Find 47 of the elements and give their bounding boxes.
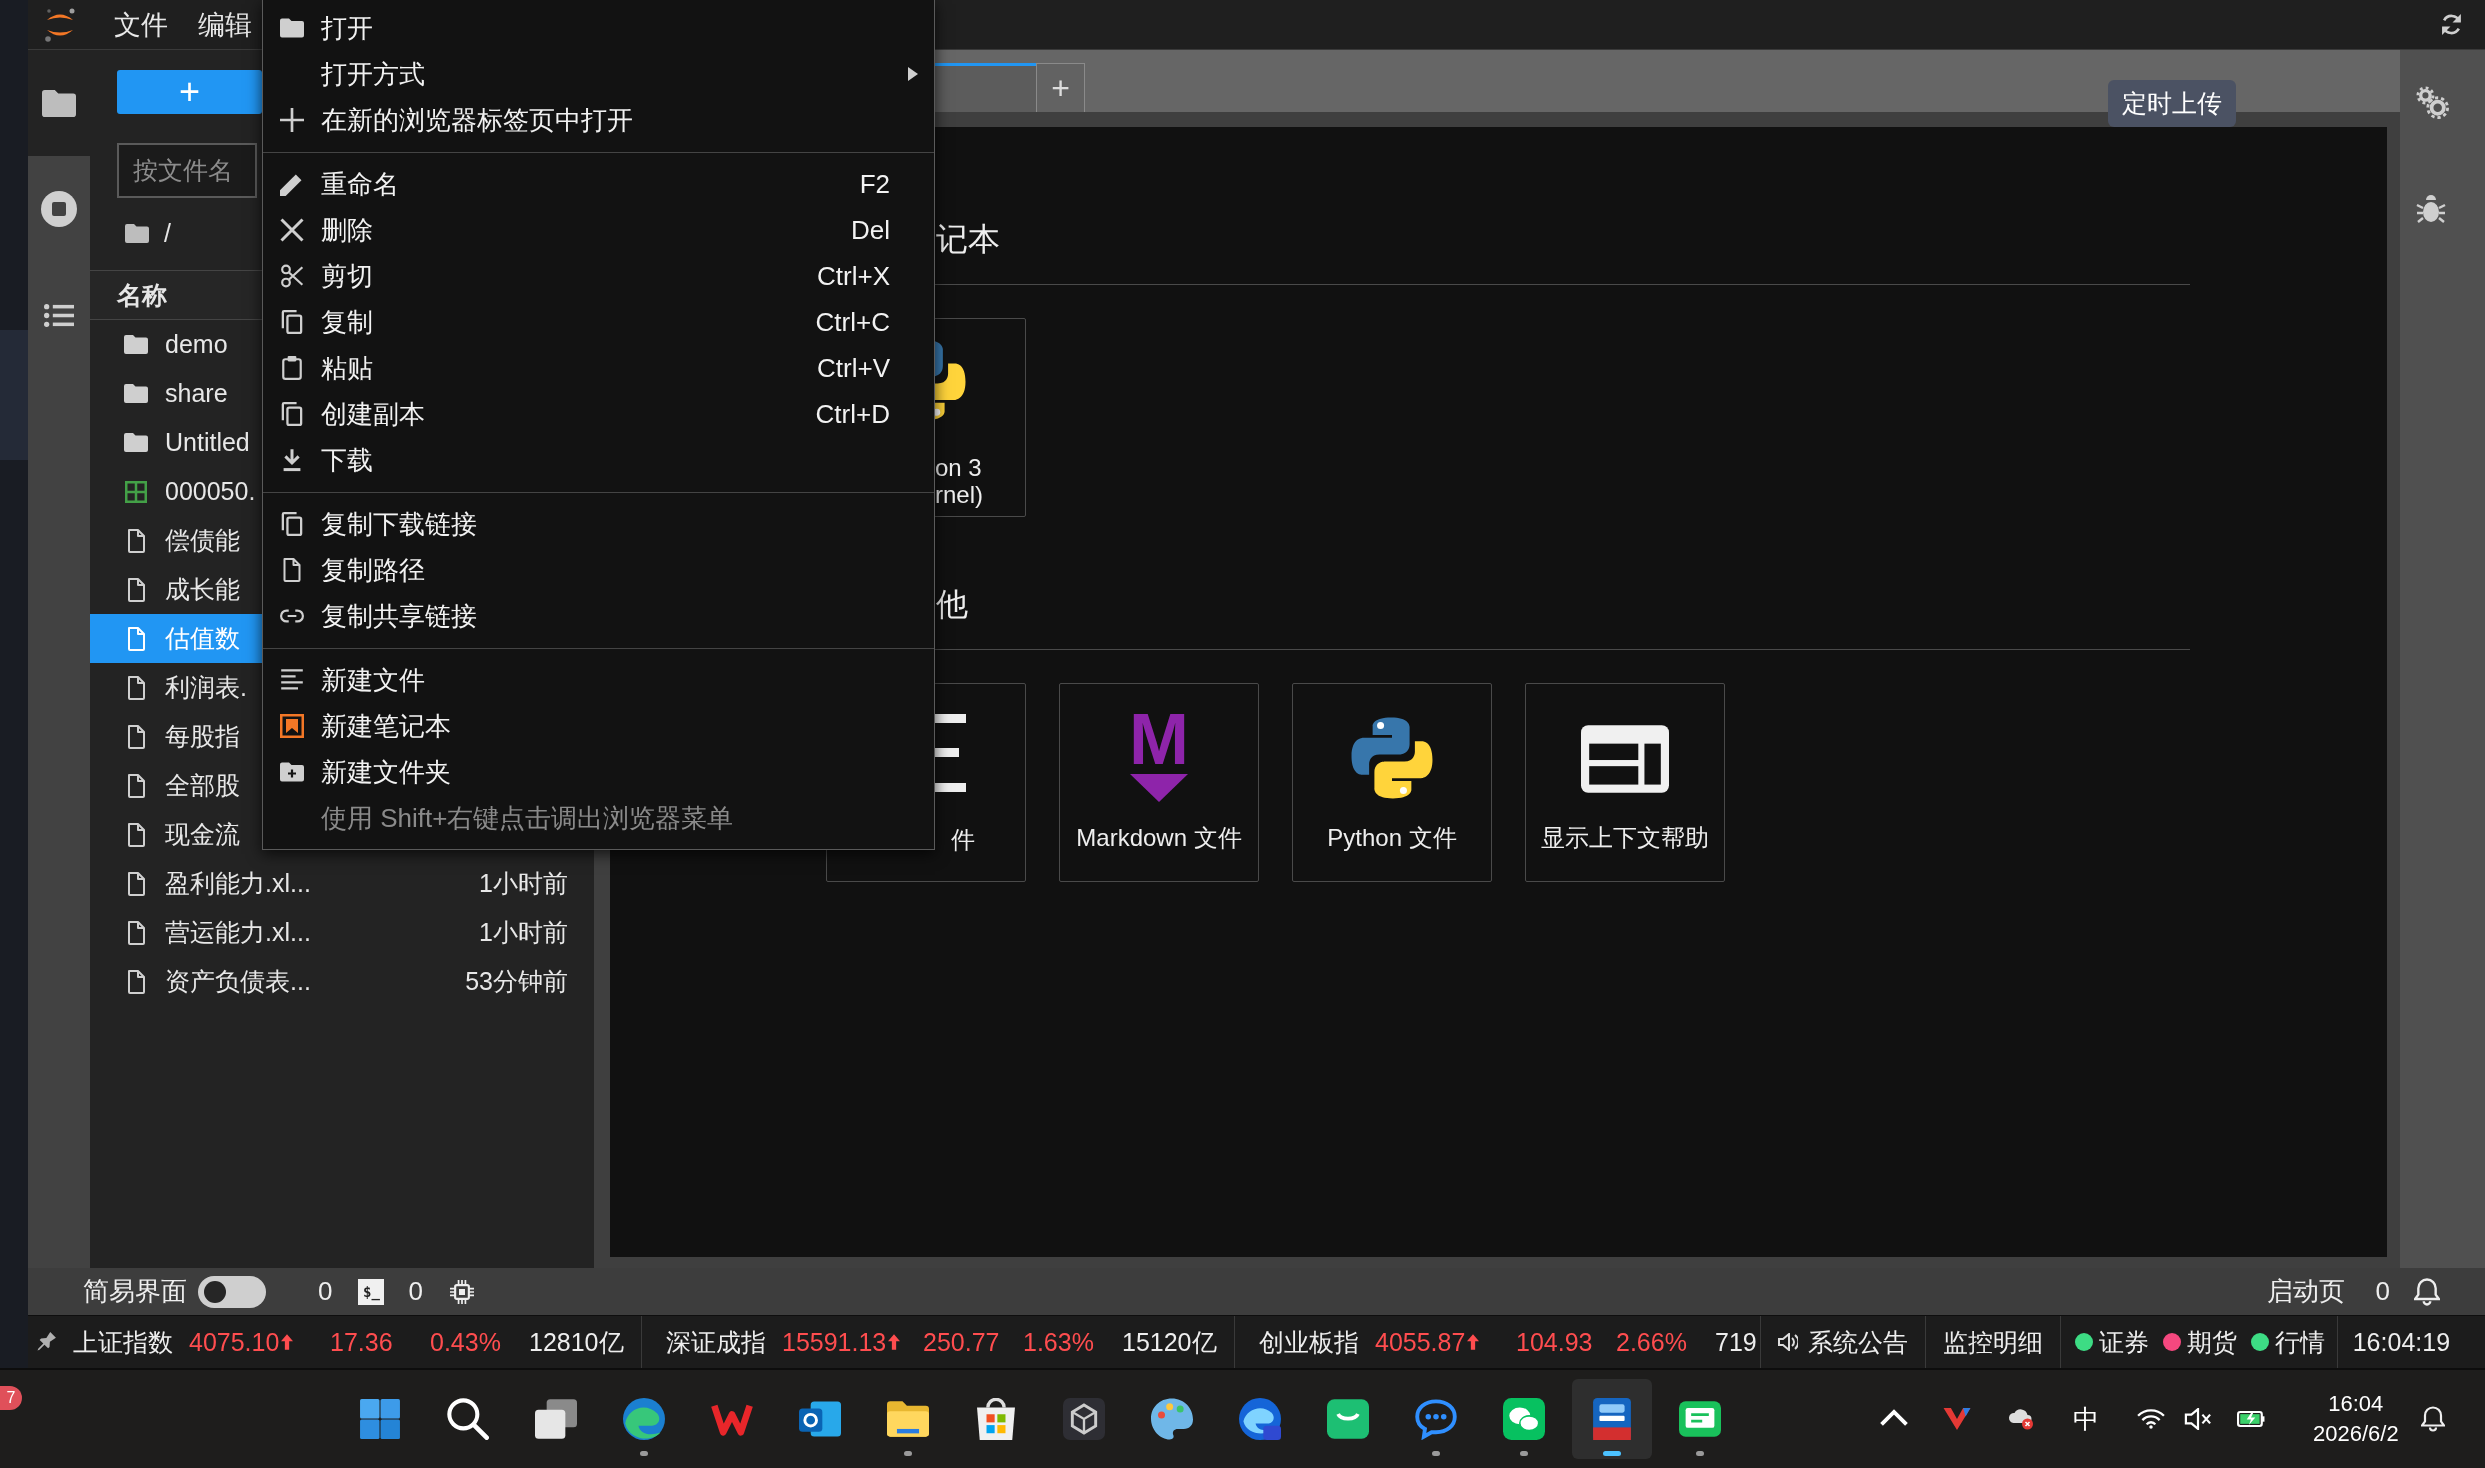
simple-mode-label: 简易界面 (83, 1275, 187, 1308)
file-name: 现金流 (165, 819, 240, 850)
index-price: 15591.13 (782, 1327, 887, 1357)
index-name: 上证指数 (73, 1326, 173, 1358)
file-name: 000050. (165, 477, 256, 506)
index-volume: 719 (1715, 1327, 1757, 1357)
launcher-label: 启动页 (2266, 1275, 2345, 1308)
index-change: 250.77 (923, 1327, 1000, 1357)
index-change: 104.93 (1516, 1327, 1593, 1357)
file-name: Untitled (165, 428, 250, 457)
connection-label: 期货 (2186, 1326, 2237, 1358)
index-percent: 0.43% (430, 1327, 501, 1357)
index-name: 深证成指 (666, 1326, 766, 1358)
index-price: 4055.87 (1375, 1327, 1466, 1357)
file-name: 营运能力.xl... (165, 917, 311, 948)
connection-label: 证券 (2098, 1326, 2149, 1358)
index-percent: 1.63% (1023, 1327, 1094, 1357)
index-volume: 12810亿 (529, 1326, 624, 1358)
notification-count: 0 (2375, 1276, 2390, 1307)
file-name: 盈利能力.xl... (165, 868, 311, 899)
file-name: share (165, 379, 228, 408)
section-heading: 记本 (936, 220, 1000, 259)
file-name: 全部股 (165, 770, 240, 801)
file-name: demo (165, 330, 228, 359)
session-count: 0 (318, 1276, 333, 1307)
section-heading: 他 (936, 585, 968, 624)
file-name: 成长能 (165, 574, 240, 605)
modified-time: 1小时前 (479, 868, 568, 899)
file-name: 估值数 (165, 623, 240, 654)
index-volume: 15120亿 (1122, 1326, 1217, 1358)
clock-time: 16:04:19 (2352, 1327, 2451, 1357)
modified-time: 1小时前 (479, 917, 568, 948)
index-price: 4075.10 (189, 1327, 280, 1357)
terminal-badge: $_ (358, 1278, 385, 1305)
tooltip: 定时上传 (2108, 80, 2236, 127)
file-name: 资产负债表... (165, 966, 311, 997)
file-name: 偿债能 (165, 525, 240, 556)
index-name: 创业板指 (1259, 1326, 1359, 1358)
index-percent: 2.66% (1616, 1327, 1687, 1357)
session-count: 0 (408, 1276, 423, 1307)
menu-hint: 使用 Shift+右键点击调出浏览器菜单 (321, 801, 734, 835)
notification-badge: 7 (0, 1386, 22, 1410)
index-change: 17.36 (330, 1327, 393, 1357)
file-name: 每股指 (165, 721, 240, 752)
connection-label: 行情 (2274, 1326, 2325, 1358)
file-name: 利润表. (165, 672, 247, 703)
modified-time: 53分钟前 (465, 966, 568, 997)
